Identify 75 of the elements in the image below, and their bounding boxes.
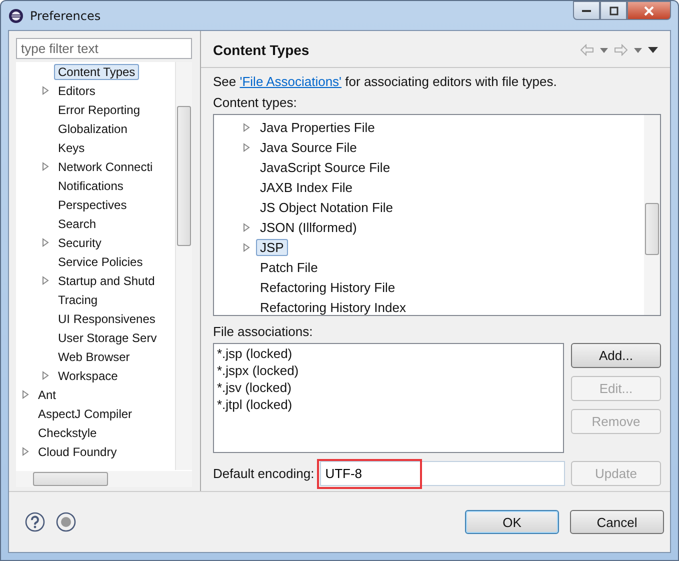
dropdown-icon[interactable]	[600, 48, 608, 52]
expand-arrow-icon[interactable]	[42, 276, 49, 285]
encoding-label: Default encoding:	[213, 466, 314, 481]
close-button[interactable]	[627, 1, 671, 20]
tree-item[interactable]: Web Browser	[54, 348, 134, 364]
maximize-button[interactable]	[600, 1, 627, 20]
content-type-item[interactable]: JAXB Index File	[256, 178, 356, 196]
intro-text: See 'File Associations' for associating editors with file types.	[213, 74, 558, 89]
tree-item[interactable]: Startup and Shutd	[54, 272, 159, 288]
page-title: Content Types	[213, 42, 310, 58]
tree-item[interactable]: User Storage Serv	[54, 330, 161, 346]
scrollbar[interactable]	[175, 62, 192, 470]
scrollbar[interactable]	[644, 115, 660, 315]
dropdown-icon[interactable]	[634, 48, 642, 52]
tree-item[interactable]: Editors	[54, 82, 100, 98]
tree-item[interactable]: Tracing	[54, 292, 102, 308]
content-type-item[interactable]: Java Properties File	[256, 118, 379, 136]
content-type-item[interactable]: JSON (Illformed)	[256, 218, 361, 236]
tree-item[interactable]: Network Connecti	[54, 158, 157, 174]
expand-arrow-icon[interactable]	[243, 142, 250, 152]
content-type-item[interactable]: Java Source File	[256, 138, 361, 156]
tree-item[interactable]: Security	[54, 234, 106, 250]
minimize-icon	[582, 10, 591, 12]
content-types-label: Content types:	[213, 95, 298, 110]
tree-item[interactable]: UI Responsivenes	[54, 310, 160, 326]
content-type-item[interactable]: JavaScript Source File	[256, 158, 394, 176]
content-type-item[interactable]: JSP	[256, 238, 288, 256]
tree-item[interactable]: Ant	[34, 386, 60, 402]
file-association-item[interactable]: *.jspx (locked)	[217, 362, 560, 379]
expand-arrow-icon[interactable]	[22, 447, 29, 456]
tree-item[interactable]: Service Policies	[54, 254, 147, 270]
record-icon[interactable]	[56, 512, 76, 532]
expand-arrow-icon[interactable]	[243, 242, 250, 252]
tree-item[interactable]: Keys	[54, 140, 89, 156]
expand-arrow-icon[interactable]	[243, 122, 250, 132]
dialog-button[interactable]: Cancel	[570, 510, 664, 534]
dialog-button[interactable]: OK	[465, 510, 559, 534]
dialog-button[interactable]: Add...	[571, 343, 661, 368]
close-icon	[644, 6, 654, 16]
tree-item[interactable]: Globalization	[54, 120, 132, 136]
expand-arrow-icon[interactable]	[42, 86, 49, 95]
expand-arrow-icon[interactable]	[42, 238, 49, 247]
tree-item[interactable]: Cloud Foundry	[34, 444, 121, 460]
content-type-item[interactable]: Refactoring History Index	[256, 298, 410, 316]
tree-item[interactable]: AspectJ Compiler	[34, 406, 136, 422]
expand-arrow-icon[interactable]	[243, 222, 250, 232]
file-association-item[interactable]: *.jtpl (locked)	[217, 396, 560, 413]
expand-arrow-icon[interactable]	[22, 390, 29, 399]
encoding-field[interactable]: UTF-8	[320, 461, 565, 486]
tree-item[interactable]: Notifications	[54, 178, 128, 194]
filter-field[interactable]: type filter text	[16, 38, 192, 59]
expand-arrow-icon[interactable]	[42, 371, 49, 380]
tree-item[interactable]: Workspace	[54, 368, 122, 384]
tree-item[interactable]: Search	[54, 216, 100, 232]
content-type-item[interactable]: Refactoring History File	[256, 278, 400, 296]
window-title: Preferences	[30, 8, 101, 22]
eclipse-icon	[8, 8, 24, 24]
minimize-button[interactable]	[573, 1, 600, 20]
file-associations-link[interactable]: 'File Associations'	[240, 74, 342, 89]
forward-arrow-icon[interactable]	[614, 44, 628, 56]
expand-arrow-icon[interactable]	[42, 162, 49, 171]
back-arrow-icon[interactable]	[580, 44, 594, 56]
file-association-item[interactable]: *.jsp (locked)	[217, 345, 560, 362]
file-association-item[interactable]: *.jsv (locked)	[217, 379, 560, 396]
help-icon[interactable]	[25, 512, 45, 532]
tree-item[interactable]: Error Reporting	[54, 102, 144, 118]
maximize-icon	[608, 6, 618, 16]
content-type-item[interactable]: JS Object Notation File	[256, 198, 397, 216]
tree-item[interactable]: Perspectives	[54, 196, 131, 212]
file-associations-label: File associations:	[213, 324, 314, 339]
tree-item[interactable]: Content Types	[54, 64, 140, 80]
scrollbar[interactable]	[16, 471, 192, 487]
menu-icon[interactable]	[648, 47, 658, 53]
tree-item[interactable]: Checkstyle	[34, 424, 101, 440]
content-type-item[interactable]: Patch File	[256, 258, 322, 276]
